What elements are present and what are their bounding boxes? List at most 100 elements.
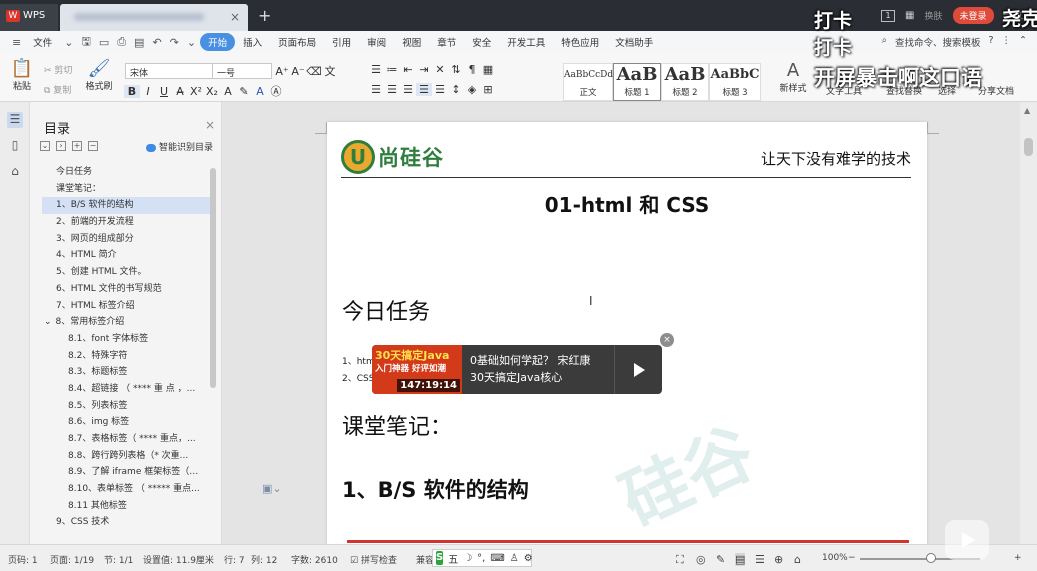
toc-scrollbar[interactable] <box>210 168 216 388</box>
read-mode-icon[interactable]: ⌂ <box>794 553 801 566</box>
status-word-count[interactable]: 字数: 2610 <box>291 553 338 566</box>
show-marks-icon[interactable]: ¶ <box>464 63 480 76</box>
sort-icon[interactable]: ⇅ <box>448 63 464 76</box>
search-icon[interactable]: ⌕ <box>882 35 887 49</box>
highlight-icon[interactable]: ✎ <box>236 85 252 98</box>
shrink-font-icon[interactable]: A⁻ <box>290 65 306 78</box>
punctuation-icon[interactable]: °, <box>477 553 485 564</box>
italic-icon[interactable]: I <box>140 85 156 98</box>
shading-icon[interactable]: ◈ <box>464 83 480 96</box>
web-view-icon[interactable]: ⊕ <box>774 553 783 566</box>
style-heading-1[interactable]: AaB 标题 1 <box>613 63 661 101</box>
bullets-icon[interactable]: ☰ <box>368 63 384 76</box>
align-left-icon[interactable]: ☰ <box>368 83 384 96</box>
zoom-level[interactable]: 100% <box>822 553 848 563</box>
more-icon[interactable]: ⌄ <box>183 36 200 49</box>
tab-view[interactable]: 视图 <box>394 35 429 49</box>
document-page[interactable]: U 尚硅谷 让天下没有难学的技术 01-html 和 CSS 今日任务 I 1、… <box>315 122 939 544</box>
chevron-down-icon[interactable]: ⌄ <box>44 317 52 327</box>
toc-item[interactable]: 8.5、列表标签 <box>42 398 210 415</box>
toc-item[interactable]: 8.7、表格标签（ **** 重点，... <box>42 431 210 448</box>
doc-nav-icon[interactable]: ▣⌄ <box>262 482 282 495</box>
spell-check-toggle[interactable]: ☑ 拼写检查 <box>350 553 397 566</box>
toc-item[interactable]: 8.11 其他标签 <box>42 498 210 515</box>
cut-button[interactable]: ✂ 剪切 <box>44 63 72 76</box>
more-options-icon[interactable]: ⋮ <box>1002 35 1012 49</box>
smart-toc-button[interactable]: 智能识别目录 <box>145 140 213 153</box>
toc-item[interactable]: 3、网页的组成部分 <box>42 231 210 248</box>
tab-review[interactable]: 审阅 <box>359 35 394 49</box>
toc-item[interactable]: 8.3、标题标签 <box>42 364 210 381</box>
toc-item[interactable]: ⌄ 8、常用标签介绍 <box>42 314 210 331</box>
pinyin-icon[interactable]: 文 <box>322 63 338 79</box>
grow-font-icon[interactable]: A⁺ <box>274 65 290 78</box>
table-icon[interactable]: ▦ <box>480 63 496 76</box>
style-heading-3[interactable]: AaBbC 标题 3 <box>709 63 761 101</box>
grid-icon[interactable]: ▦ <box>905 10 914 21</box>
command-search[interactable]: 查找命令、搜索模板 <box>895 35 981 49</box>
share-doc-button[interactable]: 分享文档 <box>978 84 1014 97</box>
menu-icon[interactable]: ≡ <box>8 36 25 49</box>
moon-icon[interactable]: ☽ <box>463 553 472 564</box>
zoom-in-icon[interactable]: + <box>1014 553 1022 563</box>
tab-home[interactable]: 开始 <box>200 33 236 51</box>
login-button[interactable]: 未登录 <box>952 7 994 24</box>
numbering-icon[interactable]: ≔ <box>384 63 400 76</box>
toc-item[interactable]: 课堂笔记： <box>42 181 210 198</box>
skin-button[interactable]: 换肤 <box>924 9 942 22</box>
chinese-layout-icon[interactable]: ✕ <box>432 63 448 76</box>
bold-icon[interactable]: B <box>124 85 140 98</box>
expand-all-icon[interactable]: › <box>56 141 66 151</box>
collapse-ribbon-icon[interactable]: ⌃ <box>1019 35 1027 49</box>
toc-panel-icon[interactable]: ☰ <box>7 112 23 128</box>
window-count-badge[interactable]: 1 <box>881 9 896 22</box>
copy-button[interactable]: ⧉ 复制 <box>44 83 71 96</box>
borders-icon[interactable]: ⊞ <box>480 83 496 96</box>
close-icon[interactable]: × <box>205 118 215 132</box>
edit-mode-icon[interactable]: ✎ <box>716 553 725 566</box>
preview-icon[interactable]: ▤ <box>130 36 148 49</box>
add-heading-icon[interactable]: + <box>72 141 82 151</box>
toc-item[interactable]: 8.4、超链接 （ **** 重 点 ，... <box>42 381 210 398</box>
ad-close-icon[interactable]: × <box>660 333 674 347</box>
export-icon[interactable]: ▭ <box>95 36 113 49</box>
paste-button[interactable]: 📋 粘贴 <box>8 59 36 93</box>
outline-view-icon[interactable]: ☰ <box>755 553 765 566</box>
justify-icon[interactable]: ☰ <box>416 83 432 96</box>
toc-item[interactable]: 9、CSS 技术 <box>42 514 210 531</box>
video-ad-card[interactable]: 30天搞定Java 入门神器 好评如潮 147:19:14 0基础如何学起？ 宋… <box>372 345 662 394</box>
tab-features[interactable]: 特色应用 <box>553 35 607 49</box>
toc-item[interactable]: 8.6、img 标签 <box>42 414 210 431</box>
style-normal[interactable]: AaBbCcDd 正文 <box>563 63 613 101</box>
fullscreen-icon[interactable]: ⛶ <box>676 553 684 567</box>
tab-security[interactable]: 安全 <box>464 35 499 49</box>
page-thumbnail-icon[interactable]: ▯ <box>7 138 23 154</box>
format-painter-button[interactable]: 🖌 格式刷 <box>84 59 114 93</box>
toc-item[interactable]: 7、HTML 标签介绍 <box>42 298 210 315</box>
file-menu[interactable]: 文件 <box>25 35 60 49</box>
eye-protect-icon[interactable]: ◎ <box>696 553 706 566</box>
text-effect-icon[interactable]: A <box>220 85 236 98</box>
underline-icon[interactable]: U <box>156 85 172 98</box>
scrollbar-thumb[interactable] <box>1024 138 1033 156</box>
help-icon[interactable]: ? <box>988 35 993 49</box>
toc-item[interactable]: 5、创建 HTML 文件。 <box>42 264 210 281</box>
font-name-select[interactable]: 宋体 <box>125 63 213 79</box>
wps-home-tab[interactable]: W WPS <box>0 4 58 31</box>
vertical-scrollbar[interactable]: ▲ <box>1020 102 1037 544</box>
toc-item[interactable]: 6、HTML 文件的书写规范 <box>42 281 210 298</box>
tab-section[interactable]: 章节 <box>429 35 464 49</box>
indent-icon[interactable]: ⇥ <box>416 63 432 76</box>
clear-format-icon[interactable]: ⌫ <box>306 65 322 78</box>
dropdown-icon[interactable]: ⌄ <box>60 36 77 49</box>
tab-doc-assistant[interactable]: 文档助手 <box>607 35 661 49</box>
align-right-icon[interactable]: ☰ <box>400 83 416 96</box>
toc-item[interactable]: 8.1、font 字体标签 <box>42 331 210 348</box>
tab-references[interactable]: 引用 <box>324 35 359 49</box>
toc-item[interactable]: 今日任务 <box>42 164 210 181</box>
tab-page-layout[interactable]: 页面布局 <box>270 35 324 49</box>
page-view-icon[interactable]: ▤ <box>735 553 746 566</box>
distributed-icon[interactable]: ☰ <box>432 83 448 96</box>
outdent-icon[interactable]: ⇤ <box>400 63 416 76</box>
toc-item[interactable]: 2、前端的开发流程 <box>42 214 210 231</box>
